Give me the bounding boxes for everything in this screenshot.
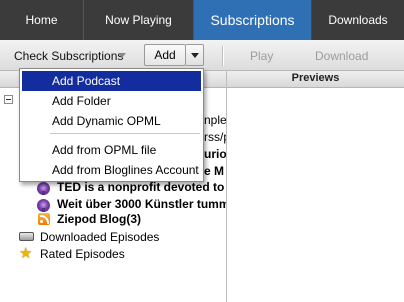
tree-item-label: Downloaded Episodes — [40, 230, 160, 244]
tree-item-label: Rated Episodes — [40, 247, 125, 261]
tab-now-playing[interactable]: Now Playing — [84, 0, 194, 40]
tree-item-label: Weit über 3000 Künstler tumme — [57, 197, 226, 211]
menu-item-add-folder[interactable]: Add Folder — [22, 91, 201, 111]
tree-item-partial: e M — [204, 164, 225, 178]
previews-header: Previews — [291, 72, 340, 84]
menu-separator — [50, 133, 200, 134]
toolbar: Check Subscriptions Add Play Download — [0, 40, 404, 71]
download-button[interactable]: Download — [315, 49, 368, 63]
tab-downloads[interactable]: Downloads — [312, 0, 404, 40]
pane-divider[interactable] — [226, 71, 227, 302]
toolbar-separator — [222, 46, 224, 66]
add-button[interactable]: Add — [144, 44, 186, 66]
menu-item-add-from-opml-file[interactable]: Add from OPML file — [22, 140, 201, 160]
podcast-icon — [37, 182, 50, 195]
star-icon: ★ — [19, 245, 33, 262]
menu-item-add-dynamic-opml[interactable]: Add Dynamic OPML — [22, 111, 201, 131]
tree-collapse-icon[interactable] — [4, 95, 13, 104]
add-dropdown-menu: Add Podcast Add Folder Add Dynamic OPML … — [19, 68, 204, 182]
add-dropdown-button[interactable] — [186, 44, 204, 66]
tree-item-partial: rss/p — [204, 130, 226, 144]
menu-item-add-from-bloglines[interactable]: Add from Bloglines Account — [22, 160, 201, 180]
top-navigation: Home Now Playing Subscriptions Downloads — [0, 0, 404, 40]
hard-drive-icon — [19, 232, 34, 241]
chevron-down-icon — [191, 53, 199, 58]
podcast-icon — [37, 199, 50, 212]
tab-subscriptions[interactable]: Subscriptions — [194, 0, 312, 40]
play-button[interactable]: Play — [250, 49, 273, 63]
check-subscriptions-chevron-down-icon[interactable] — [118, 53, 126, 58]
tree-item-label: Ziepod Blog(3) — [57, 212, 141, 226]
tree-item-partial: nple- — [204, 113, 226, 127]
tree-item-label: TED is a nonprofit devoted to lo — [57, 180, 226, 194]
tab-home[interactable]: Home — [0, 0, 84, 40]
tree-item-partial: urio — [204, 147, 226, 161]
rss-icon — [38, 213, 50, 225]
menu-item-add-podcast[interactable]: Add Podcast — [22, 71, 201, 91]
check-subscriptions-button[interactable]: Check Subscriptions — [14, 49, 123, 63]
